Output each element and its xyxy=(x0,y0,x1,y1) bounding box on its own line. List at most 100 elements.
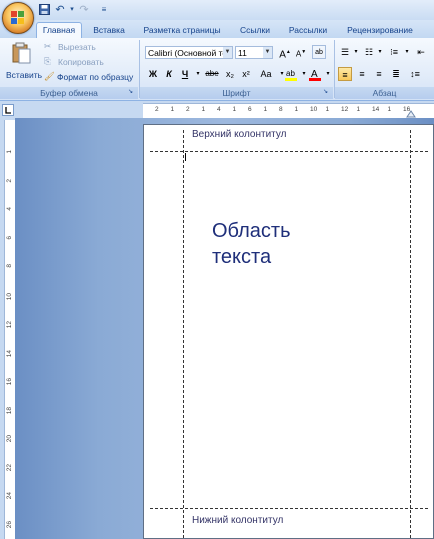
ruler-tick-label: 1 xyxy=(6,150,13,154)
align-right-icon[interactable]: ≡ xyxy=(372,67,386,81)
ruler-tick-label: 10 xyxy=(310,106,318,113)
format-painter-label: Формат по образцу xyxy=(57,72,134,82)
tab-home[interactable]: Главная xyxy=(36,22,82,39)
ruler-tick-label: 22 xyxy=(6,463,13,471)
align-left-icon[interactable]: ≡ xyxy=(338,67,352,81)
tab-references[interactable]: Ссылки xyxy=(233,23,277,38)
indent-marker-icon[interactable] xyxy=(406,109,416,118)
ruler-tick-label: 1 xyxy=(263,106,268,113)
clipboard-group-label: Буфер обмена xyxy=(0,87,138,99)
footer-text[interactable]: Нижний колонтитул xyxy=(192,515,283,526)
ruler-tick-label: 4 xyxy=(217,106,221,113)
save-icon[interactable] xyxy=(38,4,50,16)
horizontal-ruler[interactable]: 2 1 2 1 4 1 6 1 8 1 10 1 12 1 14 1 16 xyxy=(143,103,434,119)
ruler-tick-label: 1 xyxy=(294,106,299,113)
customize-toolbar-icon[interactable]: ≡ xyxy=(98,4,110,16)
paste-icon xyxy=(12,42,31,64)
clear-formatting-icon[interactable]: ab xyxy=(312,45,326,59)
paste-label: Вставить xyxy=(6,70,43,80)
format-painter-icon: 🖌 xyxy=(44,71,55,81)
quick-access-toolbar: ↶ ▾ ↷ ≡ xyxy=(0,0,434,20)
ruler-tick-label: 1 xyxy=(325,106,330,113)
ruler-tick-label: 6 xyxy=(6,235,13,240)
font-launcher-icon[interactable]: ↘ xyxy=(323,88,328,95)
ruler-tick-label: 26 xyxy=(6,520,13,528)
copy-label: Копировать xyxy=(58,57,104,67)
line-spacing-icon[interactable]: ↕≡ xyxy=(408,67,422,81)
ruler-tick-label: 1 xyxy=(232,106,237,113)
tab-review[interactable]: Рецензирование xyxy=(340,23,420,38)
ruler-tick-label: 8 xyxy=(6,264,13,268)
font-color-dropdown-icon[interactable]: ▾ xyxy=(321,67,335,81)
footer-margin-line xyxy=(150,508,428,509)
header-margin-line xyxy=(150,151,428,152)
chevron-down-icon[interactable]: ▼ xyxy=(263,47,272,58)
ribbon-tabs: Главная Вставка Разметка страницы Ссылки… xyxy=(0,20,434,39)
bold-button[interactable]: Ж xyxy=(146,67,160,81)
copy-icon: ⎘ xyxy=(44,56,51,66)
font-color-icon[interactable]: A xyxy=(308,67,322,81)
ruler-tick-label: 6 xyxy=(248,106,252,113)
underline-button[interactable]: Ч xyxy=(178,67,192,81)
ruler-tick-label: 18 xyxy=(6,406,13,414)
ruler-tick-label: 2 xyxy=(155,106,159,113)
ribbon: Вставить ✂ Вырезать ⎘ Копировать 🖌 Форма… xyxy=(0,38,434,101)
clipboard-launcher-icon[interactable]: ↘ xyxy=(128,88,133,95)
font-group-label: Шрифт xyxy=(140,87,333,99)
grow-font-icon[interactable]: A▲ xyxy=(278,45,292,60)
ruler-tick-label: 20 xyxy=(6,435,13,443)
text-cursor xyxy=(185,153,186,161)
ruler-tick-label: 14 xyxy=(372,106,380,113)
justify-icon[interactable]: ≣ xyxy=(389,67,403,81)
multilevel-list-icon[interactable]: ⁝≡ xyxy=(387,45,401,59)
right-margin-line xyxy=(410,130,411,538)
font-name-value: Calibri (Основной те xyxy=(148,48,228,58)
ruler-tick-label: 8 xyxy=(279,106,283,113)
ruler-tick-label: 10 xyxy=(6,292,13,300)
decrease-indent-icon[interactable]: ⇤ xyxy=(414,45,428,59)
office-button[interactable] xyxy=(2,2,34,34)
office-logo-icon xyxy=(11,11,25,25)
ruler-tick-label: 2 xyxy=(6,178,13,183)
bullets-dropdown-icon[interactable]: ▾ xyxy=(349,45,363,59)
svg-text:ab: ab xyxy=(286,69,295,78)
italic-button[interactable]: К xyxy=(162,67,176,81)
numbering-dropdown-icon[interactable]: ▾ xyxy=(373,45,387,59)
body-text-line: Область xyxy=(212,220,291,242)
ruler-tick-label: 1 xyxy=(170,106,175,113)
undo-icon[interactable]: ↶ xyxy=(54,4,66,16)
ruler-tick-label: 24 xyxy=(6,492,13,500)
body-text-line: текста xyxy=(212,246,272,268)
change-case-button[interactable]: Aa xyxy=(257,67,275,81)
strikethrough-button[interactable]: abe xyxy=(203,67,221,81)
tab-selector-button[interactable] xyxy=(2,104,14,116)
tab-mailings[interactable]: Рассылки xyxy=(283,23,333,38)
font-size-combo[interactable]: 11 ▼ xyxy=(235,46,273,59)
subscript-button[interactable]: x₂ xyxy=(223,67,237,81)
body-text-area[interactable]: Область текста xyxy=(212,218,291,270)
multilevel-dropdown-icon[interactable]: ▾ xyxy=(400,45,414,59)
ruler-tick-label: 1 xyxy=(387,106,392,113)
superscript-button[interactable]: x² xyxy=(239,67,253,81)
ruler-tick-label: 2 xyxy=(186,106,190,113)
paste-button[interactable]: Вставить xyxy=(4,40,43,84)
highlight-icon[interactable]: ab xyxy=(284,67,298,81)
undo-dropdown-icon[interactable]: ▾ xyxy=(66,4,78,16)
tab-insert[interactable]: Вставка xyxy=(86,23,132,38)
redo-icon[interactable]: ↷ xyxy=(78,4,90,16)
document-page[interactable] xyxy=(143,124,434,539)
header-text[interactable]: Верхний колонтитул xyxy=(192,129,287,140)
left-margin-line xyxy=(183,130,184,538)
paragraph-group-label: Абзац xyxy=(335,87,434,99)
ruler-tick-label: 12 xyxy=(341,106,349,113)
cut-label: Вырезать xyxy=(58,42,96,52)
shrink-font-icon[interactable]: A▼ xyxy=(294,45,308,59)
ruler-tick-label: 12 xyxy=(6,321,13,329)
ruler-tick-label: 1 xyxy=(201,106,206,113)
font-name-combo[interactable]: Calibri (Основной те ▼ xyxy=(145,46,233,59)
ruler-tick-label: 16 xyxy=(6,378,13,386)
tab-page-layout[interactable]: Разметка страницы xyxy=(140,23,224,38)
align-center-icon[interactable]: ≡ xyxy=(355,67,369,81)
ruler-tick-label: 14 xyxy=(6,349,13,357)
chevron-down-icon[interactable]: ▼ xyxy=(223,47,232,58)
